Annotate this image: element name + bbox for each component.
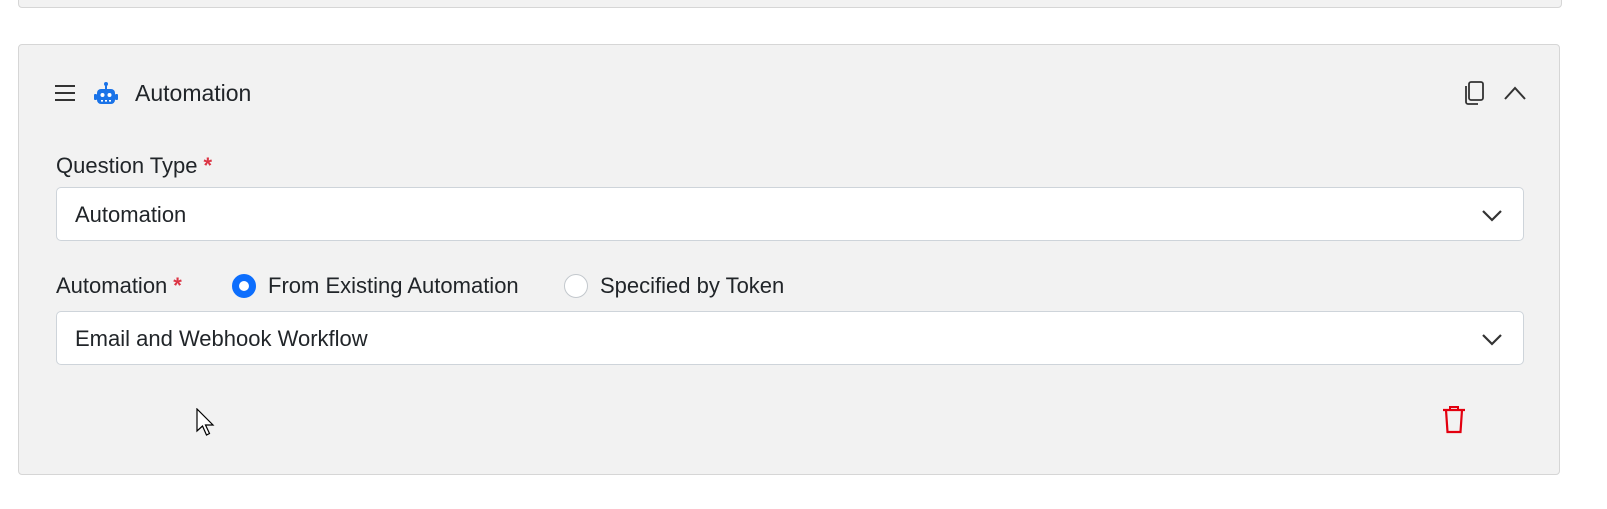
automation-value: Email and Webhook Workflow <box>75 326 368 351</box>
hamburger-icon[interactable] <box>53 81 77 105</box>
radio-specified-by-token[interactable]: Specified by Token <box>564 273 784 299</box>
radio-label: From Existing Automation <box>268 273 519 298</box>
mouse-cursor-icon <box>196 407 216 438</box>
question-card-automation: Automation Question Type * Automation Aut… <box>18 44 1560 475</box>
automation-label: Automation * <box>56 273 182 298</box>
question-type-select[interactable]: Automation <box>56 187 1524 241</box>
automation-select[interactable]: Email and Webhook Workflow <box>56 311 1524 365</box>
radio-label: Specified by Token <box>600 273 785 298</box>
card-header: Automation <box>19 45 1559 141</box>
copy-icon[interactable] <box>1460 79 1488 107</box>
question-type-value: Automation <box>75 202 187 227</box>
chevron-down-icon <box>1481 328 1503 350</box>
chevron-up-icon[interactable] <box>1501 80 1529 106</box>
trash-icon[interactable] <box>1441 405 1467 435</box>
required-mark: * <box>203 153 213 178</box>
card-title: Automation <box>135 80 252 106</box>
radio-unselected-icon[interactable] <box>564 274 588 298</box>
radio-selected-icon[interactable] <box>232 274 256 298</box>
robot-icon <box>93 81 119 107</box>
radio-from-existing-automation[interactable]: From Existing Automation <box>232 273 519 299</box>
question-type-label: Question Type * <box>56 153 213 178</box>
chevron-down-icon <box>1481 204 1503 226</box>
required-mark: * <box>173 273 182 298</box>
previous-question-card <box>18 0 1562 8</box>
